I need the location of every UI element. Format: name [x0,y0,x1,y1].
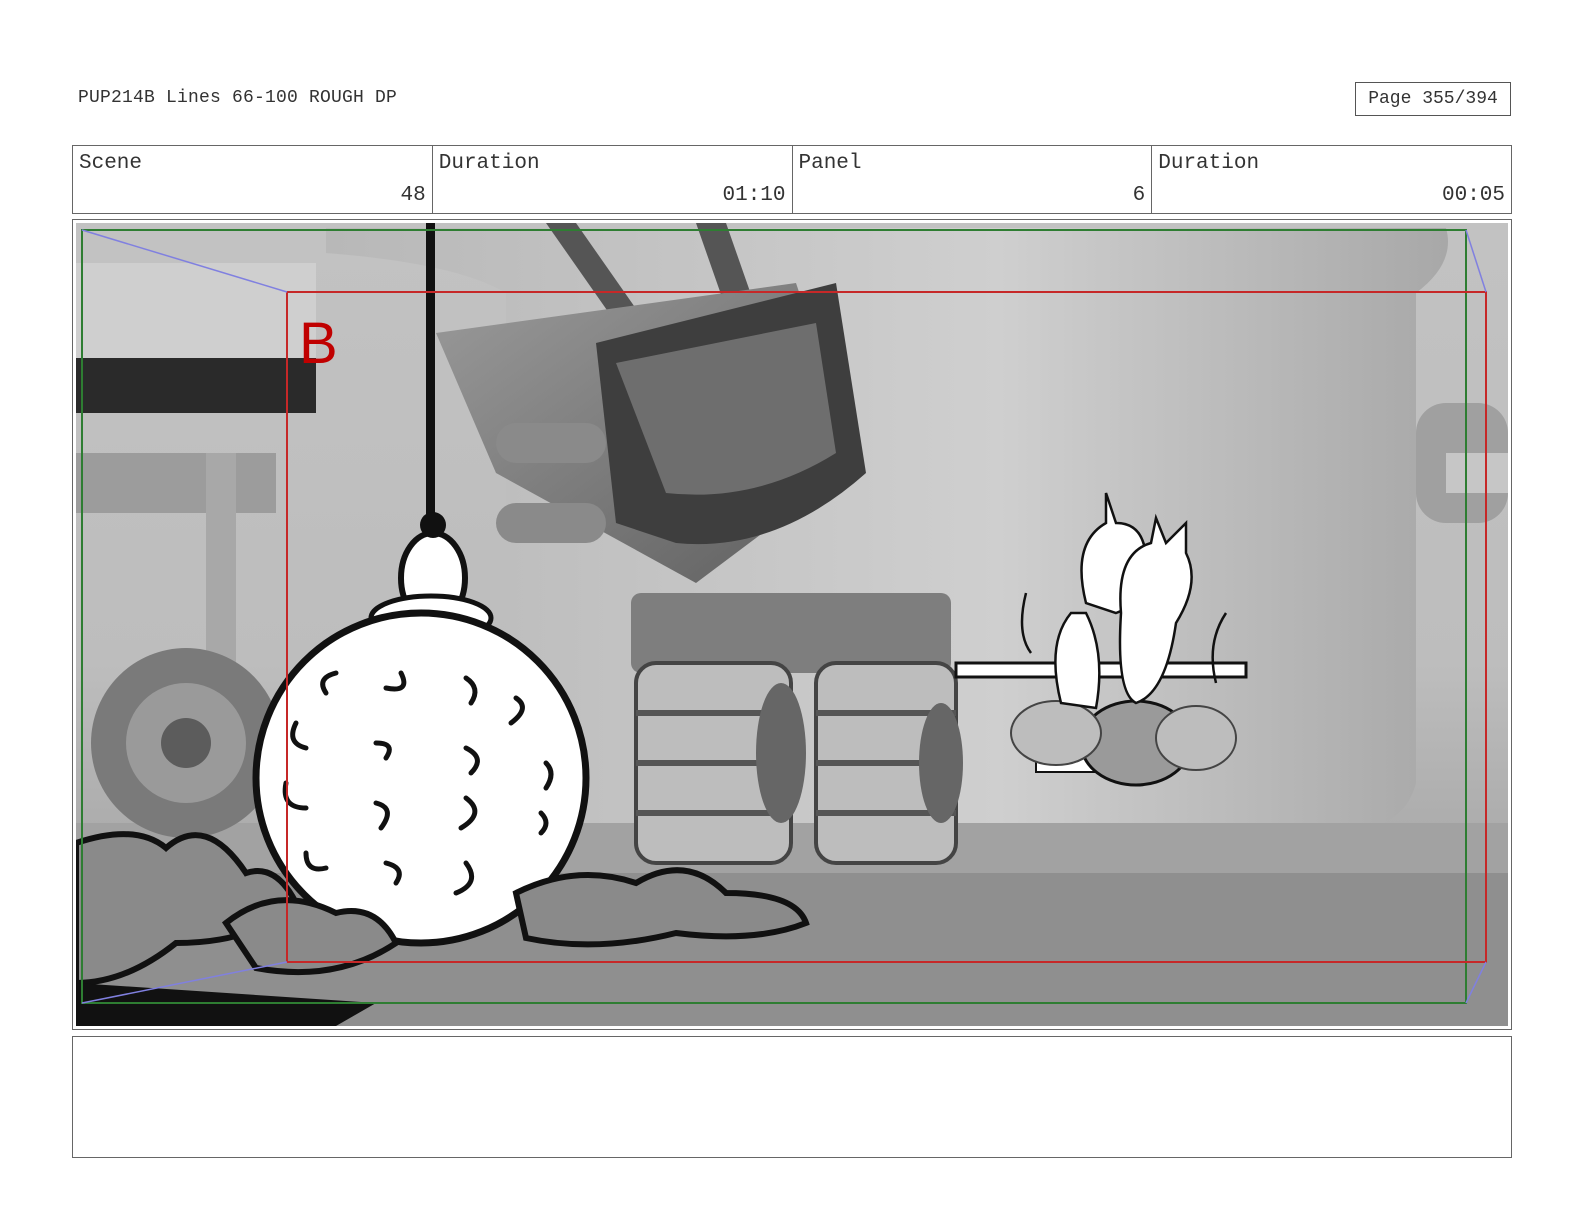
panel-duration-value: 00:05 [1441,184,1505,207]
panel-value: 6 [1132,184,1146,207]
panel-label: Panel [798,152,862,175]
panel-duration-label: Duration [1158,152,1260,175]
scene-duration-label: Duration [438,152,540,175]
crane-joint-lower [496,503,606,543]
scene-cell: Scene 48 [73,146,433,213]
ball-hook-knob [420,512,446,538]
left-wheel-center [161,718,211,768]
track-wheel-left [756,683,806,823]
document-title: PUP214B Lines 66-100 ROUGH DP [78,88,398,108]
tank-handle-inner [1446,453,1508,493]
frame-marker-label: B [299,311,338,376]
panel-duration-cell: Duration 00:05 [1152,146,1511,213]
storyboard-drawing: B [76,223,1508,1026]
scene-duration-cell: Duration 01:10 [433,146,793,213]
page-number-box: Page 355/394 [1355,82,1511,116]
scene-label: Scene [79,152,143,175]
scene-duration-value: 01:10 [722,184,786,207]
table-top [954,661,1248,679]
wrecking-chain [426,223,435,523]
cat-one-body [1054,611,1101,710]
crane-joint-upper [496,423,606,463]
ball-left [1010,700,1102,766]
ball-right [1155,705,1237,771]
panel-cell: Panel 6 [793,146,1153,213]
notes-box [72,1036,1512,1158]
left-gear-housing [76,453,276,513]
track-wheel-right [919,703,963,823]
scene-value: 48 [400,184,426,207]
left-pipe-shadow [76,358,316,413]
panel-info-table: Scene 48 Duration 01:10 Panel 6 Duration… [72,145,1512,214]
storyboard-panel-image: B [76,223,1508,1026]
